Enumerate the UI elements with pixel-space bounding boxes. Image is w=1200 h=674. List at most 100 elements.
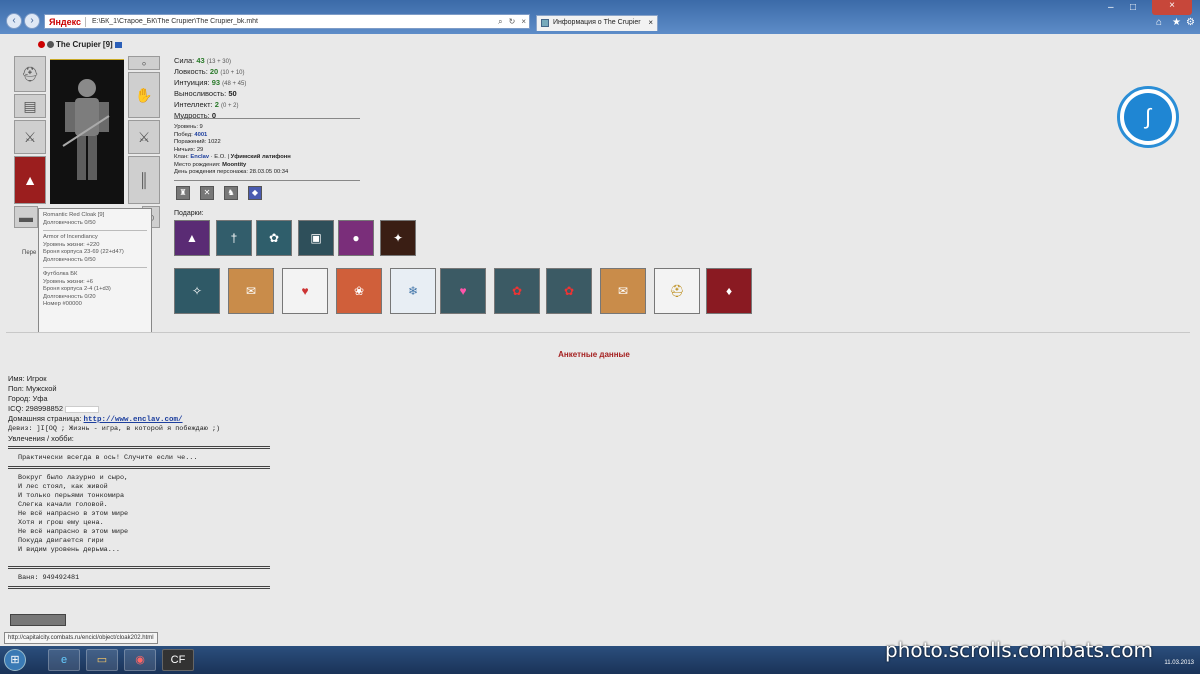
gift-armor-icon[interactable]: ▣ [298,220,334,256]
tab-close-icon[interactable]: × [648,16,653,30]
bracers-slot-icon[interactable]: ▤ [14,94,46,118]
gloves-slot-icon[interactable]: ✋ [128,72,160,118]
window-close-icon[interactable]: × [1152,0,1192,15]
app-cf-icon[interactable]: CF [162,649,194,671]
boots-slot-icon[interactable]: ▬ [14,206,38,228]
browser-chrome: ‹ › Яндекс E:\БК_1\Старое_БК\The Crupier… [0,0,1200,34]
side-label: Пере [22,250,37,256]
character-info: Уровень: 9 Побед: 4001 Поражений: 1022 Н… [174,124,291,177]
close-icon[interactable]: × [518,17,529,26]
stats-panel: Сила: 43 (13 + 30) Ловкость: 20 (10 + 10… [174,56,246,122]
stat-row: Ловкость: 20 (10 + 10) [174,67,245,76]
gift-cloak-icon[interactable]: ▲ [174,220,210,256]
gift-letter-icon[interactable]: ✉ [600,268,646,314]
gifts-label: Подарки: [174,210,204,217]
knight-figure-icon [62,79,110,180]
clan-icon [47,41,54,48]
gift-rose-bouquet-icon[interactable]: ✿ [546,268,592,314]
gift-helmet-icon[interactable]: ⛑ [654,268,700,314]
gift-medal-icon[interactable]: ● [338,220,374,256]
wins-value: 4001 [194,131,208,138]
back-icon[interactable]: ‹ [6,13,22,29]
swords-badge-icon[interactable]: ✕ [200,186,214,200]
maximize-icon[interactable]: □ [1130,2,1136,13]
character-avatar[interactable] [50,60,124,204]
offhand-slot-icon[interactable]: ⚔ [128,120,160,154]
divider [43,267,147,268]
gift-poster-icon[interactable]: ❄ [390,268,436,314]
icq-line: ICQ: 298998852 [8,404,220,414]
folder-icon[interactable]: ▭ [86,649,118,671]
divider [8,566,270,569]
birthplace-line: Место рождения: Moontity [174,161,247,168]
page-content: The Crupier [9] ⛑ ▤ ⚔ ▲ ◦ ✋ ⚔ ║ ▬ ○ Сила… [0,34,1200,646]
clock: 11.03.2013 [1164,660,1194,666]
yandex-logo: Яндекс [45,16,87,27]
info-flag-icon[interactable] [114,41,122,48]
leggings-slot-icon[interactable]: ║ [128,156,160,204]
favorites-icon[interactable]: ★ [1172,17,1181,28]
character-level: [9] [102,40,113,49]
home-icon[interactable]: ⌂ [1156,17,1162,28]
wins-line: Побед: 4001 [174,131,208,138]
earring-slot-icon[interactable]: ◦ [128,55,160,71]
gift-rose-icon[interactable]: ✿ [256,220,292,256]
minimize-icon[interactable]: – [1108,2,1114,13]
stamp-icon [10,614,66,626]
profile-details: Имя: Игрок Пол: Мужской Город: Уфа ICQ: … [8,374,221,443]
dragon-icon: ∫ [1124,93,1172,141]
windows-start-icon[interactable]: ⊞ [4,649,26,671]
address-bar[interactable]: Яндекс E:\БК_1\Старое_БК\The Crupier\The… [44,14,530,29]
shield-badge-icon[interactable]: ◆ [248,186,262,200]
stat-row: Сила: 43 (13 + 30) [174,56,231,65]
homepage-line: Домашняя страница: http://www.enclav.com… [8,414,183,424]
helmet-slot-icon[interactable]: ⛑ [14,56,46,92]
refresh-icon[interactable]: ↻ [506,17,519,26]
hobby-intro: Практически всегда в ось! Случите если ч… [18,454,198,462]
gift-card-icon[interactable]: ✧ [174,268,220,314]
search-icon[interactable]: ⌕ [495,17,505,27]
tab-character-info[interactable]: Информация о The Crupier × [536,15,658,31]
watermark: photo.scrolls.combats.com [885,638,1154,662]
gift-postcard-icon[interactable]: ❀ [336,268,382,314]
status-bar: http://capitalcity.combats.ru/encicl/obj… [4,632,158,644]
character-header: The Crupier [9] [38,40,122,49]
gear-icon[interactable]: ⚙ [1186,17,1195,28]
cloak-slot-icon[interactable]: ▲ [14,156,46,204]
tab-label: Информация о The Crupier [553,19,641,26]
stat-row: Интуиция: 93 (48 + 45) [174,78,247,87]
forward-icon[interactable]: › [24,13,40,29]
gift-creature-icon[interactable]: ✦ [380,220,416,256]
divider [8,586,270,589]
stat-row: Интеллект: 2 (0 + 2) [174,100,239,109]
tab-favicon-icon [541,19,549,27]
gift-letter-icon[interactable]: ✉ [228,268,274,314]
chrome-icon[interactable]: ◉ [124,649,156,671]
gift-red-card-icon[interactable]: ♦ [706,268,752,314]
level-line: Уровень: 9 [174,124,203,130]
gift-sword-icon[interactable]: † [216,220,252,256]
combats-logo[interactable]: ∫ [1117,86,1179,148]
gift-rose-bouquet-icon[interactable]: ✿ [494,268,540,314]
gift-hearts-icon[interactable]: ♥ [282,268,328,314]
draws-line: Ничьих: 29 [174,146,204,153]
divider [8,466,270,469]
knight-badge-icon[interactable]: ♞ [224,186,238,200]
section-title: Анкетные данные [558,350,630,359]
clan-badge-icon[interactable]: ♜ [176,186,190,200]
ie-icon[interactable]: e [48,649,80,671]
weapon-slot-icon[interactable]: ⚔ [14,120,46,154]
poem: Вокруг было лазурно и сыро, И лес стоял,… [18,474,129,554]
homepage-link[interactable]: http://www.enclav.com/ [84,416,183,424]
icq-status-icon [65,405,100,413]
gift-heart-icon[interactable]: ♥ [440,268,486,314]
badges-row: ♜ ✕ ♞ ◆ [176,186,262,200]
clan-link[interactable]: Enclav [190,154,209,160]
address-url[interactable]: E:\БК_1\Старое_БК\The Crupier\The Crupie… [86,18,495,25]
divider [6,332,1190,333]
divider [43,230,147,231]
divider [8,446,270,449]
character-name[interactable]: The Crupier [56,40,101,49]
wallet-line: Ваня: 949492481 [18,574,80,582]
divider [174,180,360,181]
